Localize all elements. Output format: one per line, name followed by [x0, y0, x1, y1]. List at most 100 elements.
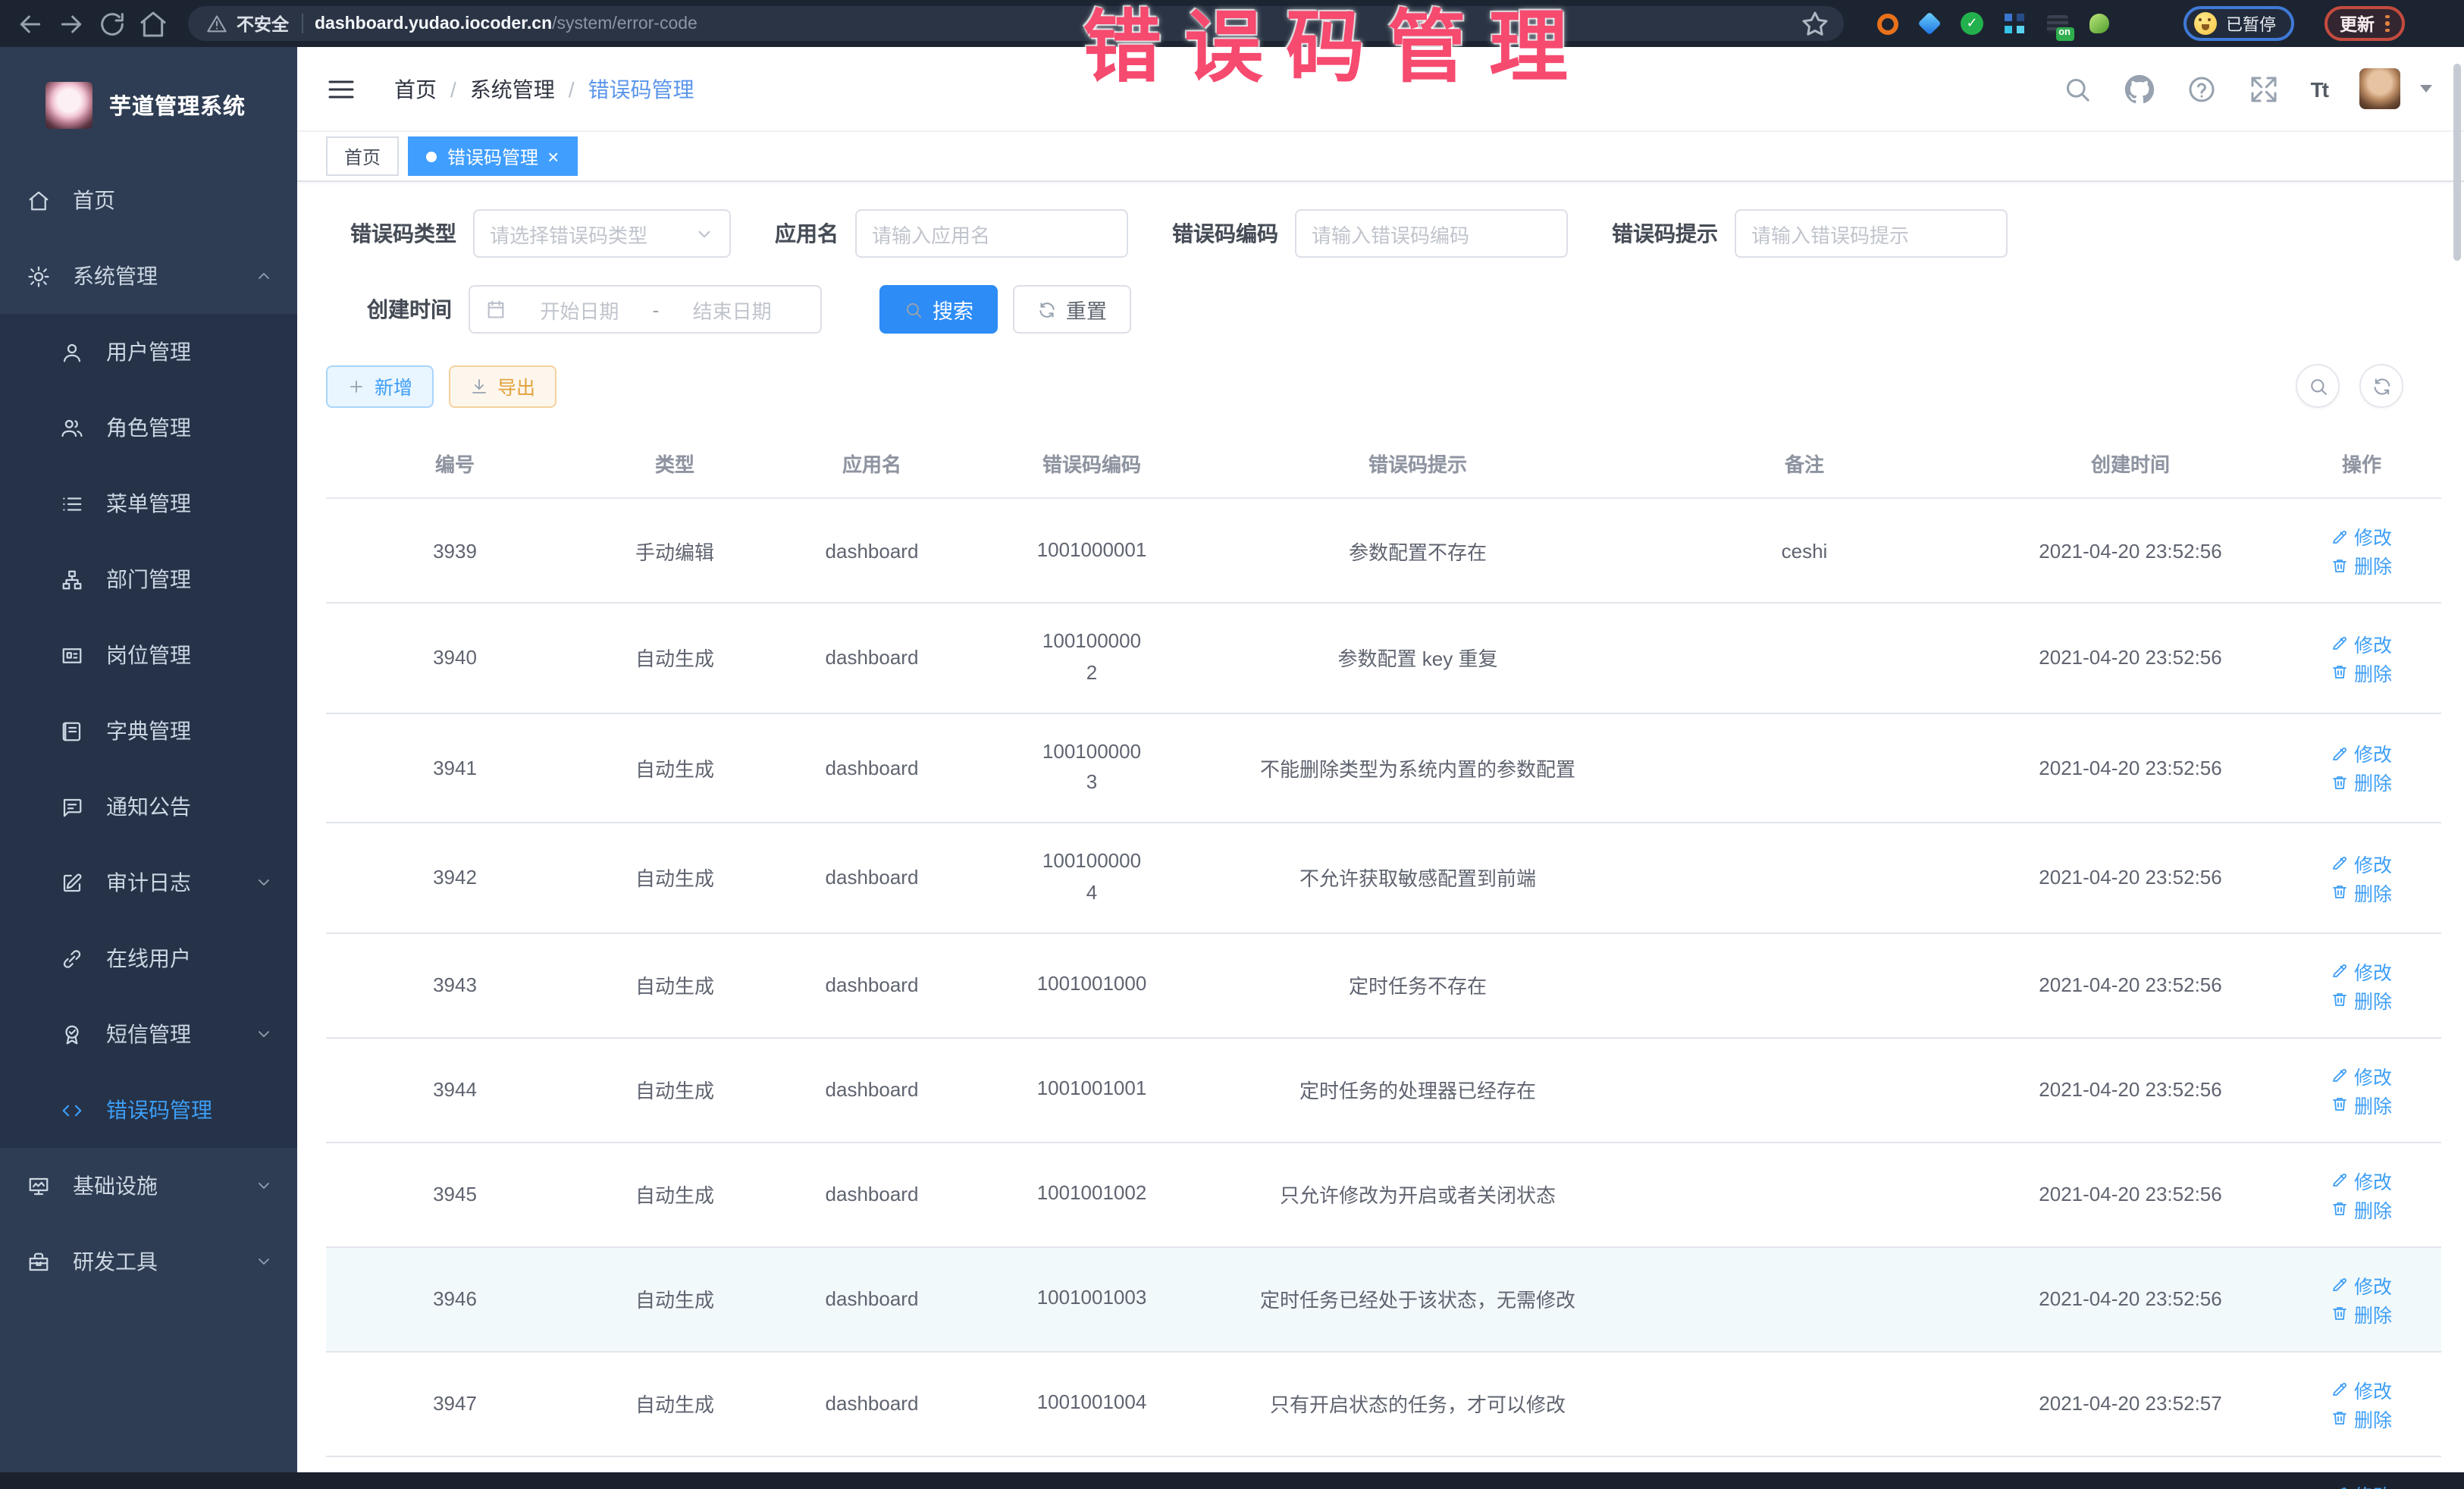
user-avatar[interactable] [2359, 68, 2400, 109]
edit-link[interactable]: 修改 [2331, 1271, 2392, 1299]
submenu-panel: 用户管理角色管理菜单管理部门管理岗位管理字典管理通知公告审计日志在线用户短信管理… [0, 314, 297, 1148]
edit-link[interactable]: 修改 [2331, 1166, 2392, 1195]
edit-link[interactable]: 修改 [2331, 1480, 2392, 1489]
help-icon[interactable] [2187, 74, 2217, 104]
reset-button[interactable]: 重置 [1013, 285, 1131, 334]
github-icon[interactable] [2124, 74, 2155, 104]
edit-link[interactable]: 修改 [2331, 1375, 2392, 1404]
pencil-icon [2331, 635, 2350, 653]
edit-link[interactable]: 修改 [2331, 849, 2392, 878]
code-filter-input[interactable]: 请输入错误码编码 [1295, 209, 1568, 258]
table-row: 3943自动生成dashboard1001001000定时任务不存在2021-0… [326, 933, 2441, 1038]
message-icon [61, 795, 83, 818]
security-warning[interactable]: 不安全 [206, 11, 289, 36]
refresh-icon [1037, 299, 1057, 319]
sidebar-item-审计日志[interactable]: 审计日志 [0, 845, 297, 920]
tab-home[interactable]: 首页 [326, 136, 399, 176]
sidebar-item-字典管理[interactable]: 字典管理 [0, 693, 297, 769]
breadcrumb-item[interactable]: 错误码管理 [588, 74, 694, 104]
app-filter-label: 应用名 [775, 218, 839, 249]
extension-leaf-icon[interactable] [2086, 11, 2112, 36]
search-icon [2062, 74, 2093, 104]
home-icon [138, 8, 168, 39]
table-toolbar: 新增 导出 [326, 364, 2441, 408]
browser-reload-icon[interactable] [97, 8, 127, 39]
add-button[interactable]: 新增 [326, 365, 434, 407]
sidebar-item-短信管理[interactable]: 短信管理 [0, 996, 297, 1072]
delete-link[interactable]: 删除 [2331, 550, 2392, 579]
bookmark-star-icon[interactable] [1800, 8, 1830, 39]
extension-on-badge-icon[interactable]: on [2044, 11, 2070, 36]
sidebar-item-用户管理[interactable]: 用户管理 [0, 314, 297, 390]
browser-forward-icon[interactable] [56, 8, 86, 39]
delete-link[interactable]: 删除 [2331, 658, 2392, 687]
export-button[interactable]: 导出 [449, 365, 556, 407]
sidebar-item-菜单管理[interactable]: 菜单管理 [0, 466, 297, 541]
sidebar-item-基础设施[interactable]: 基础设施 [0, 1148, 297, 1224]
paused-pill[interactable]: 已暂停 [2183, 6, 2294, 41]
table-body: 3939手动编辑dashboard1001000001参数配置不存在ceshi2… [326, 498, 2441, 1489]
hamburger-icon[interactable] [326, 74, 356, 104]
breadcrumb-item[interactable]: 系统管理 [470, 74, 555, 104]
refresh-table-button[interactable] [2359, 364, 2403, 408]
input-placeholder: 请输入应用名 [872, 219, 990, 248]
app-filter-input[interactable]: 请输入应用名 [855, 209, 1128, 258]
trash-icon [2331, 663, 2350, 682]
extension-grid-icon[interactable] [2002, 11, 2027, 36]
sidebar-item-岗位管理[interactable]: 岗位管理 [0, 617, 297, 693]
add-button-label: 新增 [375, 371, 412, 400]
cell-type: 手动编辑 [584, 498, 766, 603]
extension-orange-icon[interactable] [1874, 11, 1900, 36]
tree-icon [61, 568, 83, 591]
delete-link[interactable]: 删除 [2331, 768, 2392, 797]
edit-link[interactable]: 修改 [2331, 1061, 2392, 1090]
sidebar-logo[interactable]: 芋道管理系统 [0, 47, 297, 162]
delete-link[interactable]: 删除 [2331, 1404, 2392, 1433]
extension-green-check-icon[interactable]: ✓ [1959, 11, 1985, 36]
search-button[interactable]: 搜索 [879, 285, 998, 334]
msg-filter-input[interactable]: 请输入错误码提示 [1735, 209, 2008, 258]
avatar-caret-icon[interactable] [2420, 85, 2432, 92]
toolbox-icon [27, 1250, 50, 1273]
edit-link[interactable]: 修改 [2331, 629, 2392, 658]
sidebar-item-角色管理[interactable]: 角色管理 [0, 390, 297, 466]
url-path: /system/error-code [552, 14, 698, 33]
search-icon[interactable] [2062, 74, 2093, 104]
type-filter-select[interactable]: 请选择错误码类型 [473, 209, 731, 258]
menu-kebab-icon[interactable] [2385, 14, 2389, 33]
delete-link[interactable]: 删除 [2331, 878, 2392, 907]
sidebar-item-首页[interactable]: 首页 [0, 162, 297, 238]
extensions-puzzle-icon[interactable] [2129, 11, 2155, 36]
edit-link[interactable]: 修改 [2331, 522, 2392, 550]
app-frame: 芋道管理系统 首页系统管理用户管理角色管理菜单管理部门管理岗位管理字典管理通知公… [0, 47, 2464, 1472]
table-row: 3942自动生成dashboard100100000 4不允许获取敏感配置到前端… [326, 823, 2441, 933]
browser-home-icon[interactable] [138, 8, 168, 39]
fullscreen-icon[interactable] [2249, 74, 2279, 104]
column-header: 编号 [326, 429, 584, 498]
breadcrumb-item[interactable]: 首页 [394, 74, 437, 104]
address-bar[interactable]: 不安全 dashboard.yudao.iocoder.cn/system/er… [188, 6, 1844, 41]
edit-link[interactable]: 修改 [2331, 739, 2392, 768]
delete-link[interactable]: 删除 [2331, 986, 2392, 1014]
delete-link[interactable]: 删除 [2331, 1090, 2392, 1119]
sidebar-item-在线用户[interactable]: 在线用户 [0, 920, 297, 996]
delete-link[interactable]: 删除 [2331, 1299, 2392, 1328]
toggle-search-button[interactable] [2296, 364, 2340, 408]
sidebar-item-通知公告[interactable]: 通知公告 [0, 769, 297, 845]
font-size-icon[interactable]: Tt [2311, 77, 2328, 101]
sidebar-item-部门管理[interactable]: 部门管理 [0, 541, 297, 617]
sidebar-item-错误码管理[interactable]: 错误码管理 [0, 1072, 297, 1148]
edit-link[interactable]: 修改 [2331, 957, 2392, 986]
scrollbar-thumb[interactable] [2453, 64, 2461, 261]
date-range-picker[interactable]: 开始日期 - 结束日期 [469, 285, 822, 334]
delete-link[interactable]: 删除 [2331, 1195, 2392, 1224]
extension-gem-icon[interactable] [1917, 11, 1942, 36]
tab-close-icon[interactable]: × [547, 146, 559, 166]
list-icon [61, 492, 83, 515]
table-row: 3941自动生成dashboard100100000 3不能删除类型为系统内置的… [326, 713, 2441, 823]
tab-error-code[interactable]: 错误码管理 × [408, 136, 577, 176]
sidebar-item-研发工具[interactable]: 研发工具 [0, 1224, 297, 1299]
sidebar-item-系统管理[interactable]: 系统管理 [0, 238, 297, 314]
update-button[interactable]: 更新 [2324, 6, 2404, 41]
browser-back-icon[interactable] [15, 8, 45, 39]
